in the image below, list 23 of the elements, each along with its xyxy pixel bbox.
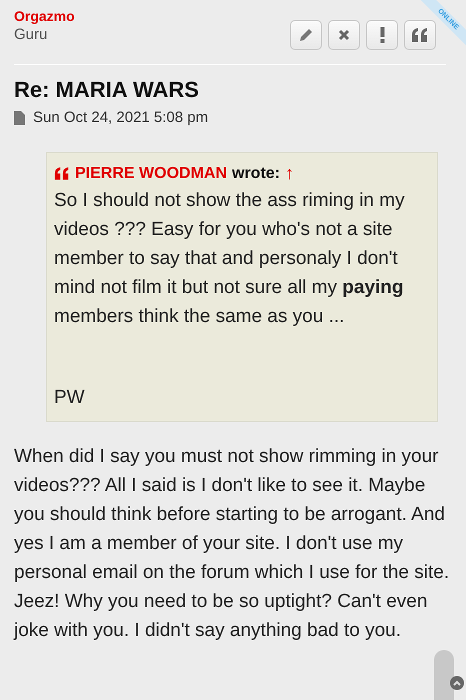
username[interactable]: Orgazmo bbox=[14, 8, 75, 24]
quote-signature: PW bbox=[54, 387, 86, 409]
scroll-top-button[interactable] bbox=[450, 676, 464, 690]
quote-icon bbox=[54, 167, 70, 180]
post-date: Sun Oct 24, 2021 5:08 pm bbox=[33, 109, 208, 126]
jump-link[interactable]: ↑ bbox=[285, 163, 294, 184]
chevron-up-icon bbox=[453, 680, 461, 686]
pencil-icon bbox=[298, 27, 314, 43]
report-button[interactable] bbox=[366, 20, 398, 50]
edit-button[interactable] bbox=[290, 20, 322, 50]
user-rank: Guru bbox=[14, 26, 48, 43]
delete-button[interactable] bbox=[328, 20, 360, 50]
quote-icon bbox=[411, 28, 429, 42]
scrollbar-thumb[interactable] bbox=[434, 650, 454, 700]
exclamation-icon bbox=[380, 27, 384, 43]
wrote-label: wrote: bbox=[232, 164, 280, 182]
close-icon bbox=[338, 29, 350, 41]
quote-text: So I should not show the ass riming in my videos ??? Easy for you who's not a site member to say that and personaly I don't mind not film it but not sure all my paying members think the same as you ... bbox=[54, 189, 406, 329]
document-icon bbox=[14, 110, 25, 124]
post-title: Re: MARIA WARS bbox=[14, 77, 200, 103]
quote-button[interactable] bbox=[404, 20, 436, 50]
post-body: When did I say you must not show rimming in your videos??? All I said is I don't like to see it. Maybe you should think before starting to be arrogant. And yes I am a member of your site. I don't use my personal email on the forum which I use for the site. Jeez! Why you need to be so uptight? Can't even joke with you. I didn't say anything bad to you. bbox=[14, 445, 450, 643]
quote-author[interactable]: PIERRE WOODMAN bbox=[75, 164, 227, 182]
